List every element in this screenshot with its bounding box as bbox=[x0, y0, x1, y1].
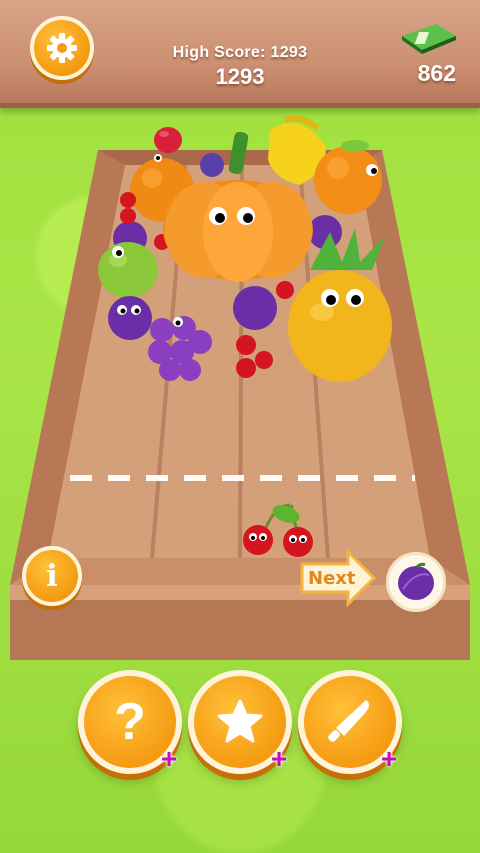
star-icon bbox=[217, 699, 263, 743]
fruit-pear bbox=[98, 242, 158, 298]
fruit-plum bbox=[108, 296, 152, 340]
fruit-plum bbox=[233, 286, 277, 330]
shake-powerup-button[interactable]: + bbox=[188, 670, 292, 774]
add-hint-icon[interactable]: + bbox=[156, 745, 182, 773]
high-score-label: High Score: 1293 bbox=[172, 44, 308, 61]
info-button[interactable]: i bbox=[22, 546, 82, 606]
next-indicator: Next bbox=[298, 548, 378, 608]
plum-icon bbox=[398, 562, 434, 600]
next-label: Next bbox=[308, 568, 356, 589]
cash-stack-icon bbox=[402, 24, 456, 54]
top-bar: High Score: 1293 1293 862 bbox=[0, 0, 480, 108]
add-knife-icon[interactable]: + bbox=[376, 745, 402, 773]
gear-icon bbox=[47, 33, 77, 63]
score-panel: High Score: 1293 1293 bbox=[120, 44, 360, 90]
drop-limit-line bbox=[70, 475, 415, 481]
fruit-cherry bbox=[276, 281, 294, 299]
info-icon: i bbox=[46, 558, 58, 594]
knife-icon bbox=[328, 700, 369, 742]
knife-powerup-button[interactable]: + bbox=[298, 670, 402, 774]
settings-button[interactable] bbox=[30, 16, 94, 80]
hint-powerup-button[interactable]: ? + bbox=[78, 670, 182, 774]
fruit-strawberry bbox=[154, 127, 182, 153]
question-icon: ? bbox=[114, 693, 146, 751]
current-score: 1293 bbox=[215, 64, 265, 89]
add-shake-icon[interactable]: + bbox=[266, 745, 292, 773]
next-fruit-preview bbox=[386, 552, 446, 612]
coin-counter: 862 bbox=[417, 60, 456, 86]
fruit-plum bbox=[200, 153, 224, 177]
